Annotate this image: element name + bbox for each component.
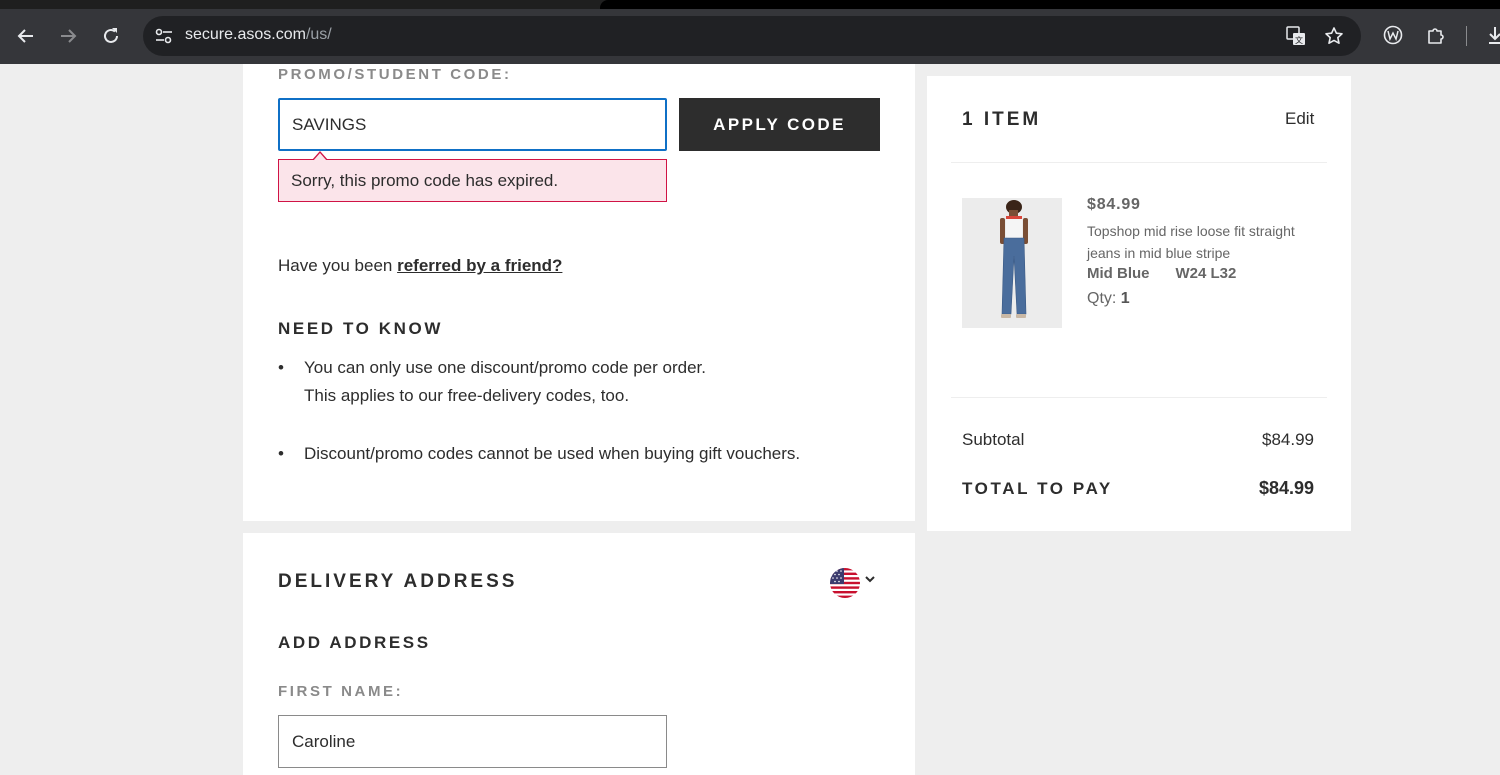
reload-button[interactable] <box>97 22 125 50</box>
promo-code-label: PROMO/STUDENT CODE: <box>278 66 512 83</box>
error-pointer-fill <box>313 153 327 161</box>
arrow-left-icon <box>17 29 33 43</box>
url-path: /us/ <box>305 26 332 43</box>
divider <box>951 397 1327 398</box>
delivery-panel: DELIVERY ADDRESS ADD ADDRESS FIRST NAME: <box>243 533 915 775</box>
tab-edge <box>600 0 1500 9</box>
referral-prefix: Have you been <box>278 256 398 275</box>
referral-link[interactable]: referred by a friend? <box>397 256 562 275</box>
browser-toolbar: secure.asos.com/us/ 文 <box>0 0 1500 64</box>
promo-error-message: Sorry, this promo code has expired. <box>278 151 667 202</box>
list-item: Discount/promo codes cannot be used when… <box>278 440 878 468</box>
first-name-input[interactable] <box>278 715 667 768</box>
quantity-value: 1 <box>1120 290 1130 307</box>
chevron-down-icon[interactable] <box>865 571 875 587</box>
url-domain: secure.asos.com <box>185 26 306 43</box>
divider <box>951 162 1327 163</box>
back-button[interactable] <box>12 22 40 50</box>
download-button[interactable] <box>1484 24 1500 46</box>
address-bar[interactable]: secure.asos.com/us/ 文 <box>143 16 1361 56</box>
reload-icon <box>104 28 118 43</box>
product-quantity: Qty: 1 <box>1087 290 1130 308</box>
product-name: Topshop mid rise loose fit straight jean… <box>1087 223 1295 261</box>
puzzle-icon <box>1428 28 1444 44</box>
download-icon <box>1489 27 1500 44</box>
tab-strip <box>0 0 1500 9</box>
bookmark-button[interactable] <box>1324 26 1344 46</box>
star-icon <box>1325 27 1343 44</box>
w-extension-button[interactable] <box>1382 24 1404 46</box>
us-flag-icon[interactable] <box>830 568 860 598</box>
site-info-button[interactable] <box>151 24 177 48</box>
apply-code-button[interactable]: APPLY CODE <box>679 98 880 151</box>
forward-button[interactable] <box>54 22 82 50</box>
extensions-button[interactable] <box>1425 24 1447 46</box>
total-label: TOTAL TO PAY <box>962 479 1113 498</box>
list-item-line: You can only use one discount/promo code… <box>304 358 706 377</box>
subtotal-value: $84.99 <box>1262 430 1314 449</box>
total-value: $84.99 <box>1258 478 1314 498</box>
url-text[interactable]: secure.asos.com/us/ <box>185 26 332 44</box>
translate-icon: 文 <box>1286 26 1305 45</box>
translate-button[interactable]: 文 <box>1286 26 1306 46</box>
product-image <box>962 198 1062 328</box>
product-variant: Mid Blue W24 L32 <box>1087 265 1236 282</box>
product-color: Mid Blue <box>1087 265 1150 282</box>
arrow-right-icon <box>61 29 77 43</box>
list-item: You can only use one discount/promo code… <box>278 354 878 410</box>
site-info-icon <box>155 28 172 44</box>
w-extension-icon <box>1383 25 1403 45</box>
product-price: $84.99 <box>1087 196 1141 213</box>
list-item-line: This applies to our free-delivery codes,… <box>304 386 630 405</box>
product-size: W24 L32 <box>1175 265 1237 282</box>
need-to-know-heading: NEED TO KNOW <box>278 319 444 338</box>
quantity-label: Qty: <box>1087 290 1117 307</box>
promo-panel: PROMO/STUDENT CODE: APPLY CODE Sorry, th… <box>243 64 915 521</box>
first-name-label: FIRST NAME: <box>278 683 404 700</box>
svg-text:文: 文 <box>1295 35 1303 45</box>
error-text: Sorry, this promo code has expired. <box>291 170 559 190</box>
toolbar-divider <box>1466 26 1467 46</box>
order-summary-panel: 1 ITEM Edit $84.99 Topshop mid rise loos… <box>927 76 1351 531</box>
item-count-heading: 1 ITEM <box>962 109 1042 130</box>
list-item-line: Discount/promo codes cannot be used when… <box>304 444 801 463</box>
edit-bag-link[interactable]: Edit <box>1285 109 1314 129</box>
subtotal-label: Subtotal <box>962 430 1025 449</box>
promo-code-input[interactable] <box>278 98 667 151</box>
delivery-address-heading: DELIVERY ADDRESS <box>278 571 518 592</box>
add-address-heading: ADD ADDRESS <box>278 633 431 652</box>
need-to-know-list: You can only use one discount/promo code… <box>278 354 878 468</box>
referral-text: Have you been referred by a friend? <box>278 256 562 276</box>
